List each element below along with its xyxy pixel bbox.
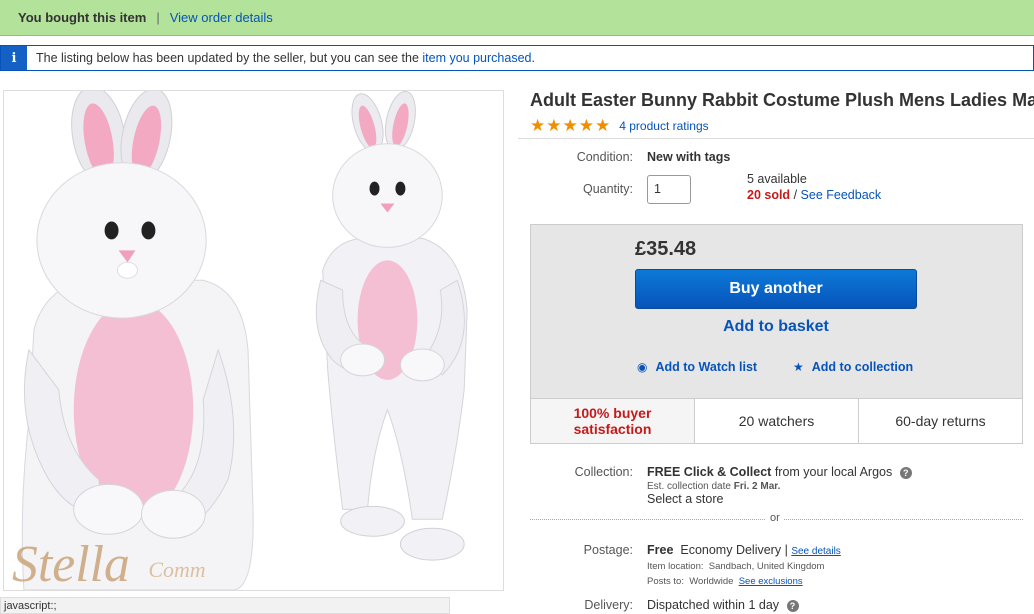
sold-row: 20 sold / See Feedback	[747, 188, 881, 202]
select-store-link[interactable]: Select a store	[647, 492, 723, 506]
see-feedback-link[interactable]: See Feedback	[801, 188, 882, 202]
star-icon: ★	[546, 116, 562, 135]
add-to-watch-list-link[interactable]: ◉ Add to Watch list	[637, 360, 757, 374]
collection-label: Add to collection	[811, 360, 914, 374]
watchers-count: 20 watchers	[695, 399, 859, 443]
eye-icon: ◉	[637, 360, 648, 374]
notice-message: The listing below has been updated by th…	[36, 51, 419, 65]
quantity-input[interactable]: 1	[647, 175, 691, 204]
notice-end: .	[531, 51, 535, 65]
add-to-collection-link[interactable]: ★ Add to collection	[793, 360, 913, 374]
star-icon: ★	[578, 116, 594, 135]
sold-count[interactable]: 20 sold	[747, 188, 790, 202]
est-label: Est. collection date	[647, 481, 731, 492]
postage-method: Economy Delivery	[680, 543, 782, 557]
postage-value: Free Economy Delivery | See details	[647, 543, 841, 557]
condition-label: Condition:	[576, 150, 633, 164]
est-collection-date: Est. collection date Fri. 2 Mar.	[647, 481, 780, 492]
watermark-comm: Comm	[148, 557, 205, 582]
see-details-link[interactable]: See details	[791, 546, 840, 557]
postage-label: Postage:	[583, 543, 633, 557]
item-purchased-link[interactable]: item you purchased	[422, 51, 531, 65]
posts-to-label: Posts to:	[647, 576, 684, 587]
delivery-label: Delivery:	[584, 598, 633, 612]
collection-value: FREE Click & Collect from your local Arg…	[647, 465, 912, 479]
view-order-details-link[interactable]: View order details	[170, 10, 273, 25]
posts-to-value: Worldwide	[689, 576, 734, 587]
postage-separator: |	[784, 543, 788, 557]
listing-updated-notice: i The listing below has been updated by …	[0, 45, 1034, 71]
posts-to: Posts to: Worldwide See exclusions	[647, 576, 803, 587]
product-ratings-link[interactable]: 4 product ratings	[619, 119, 708, 133]
listing-title: Adult Easter Bunny Rabbit Costume Plush …	[530, 90, 1034, 110]
star-rating[interactable]: ★ ★ ★ ★ ★	[530, 116, 611, 135]
delivery-text: Dispatched within 1 day	[647, 598, 780, 612]
stats-row: 100% buyer satisfaction 20 watchers 60-d…	[530, 398, 1023, 444]
banner-separator: |	[156, 10, 160, 25]
browser-status-bar: javascript:;	[0, 597, 450, 614]
est-date: Fri. 2 Mar.	[733, 481, 781, 492]
watch-list-label: Add to Watch list	[655, 360, 758, 374]
returns-policy: 60-day returns	[895, 413, 986, 429]
bought-text: You bought this item	[18, 10, 147, 25]
item-location-label: Item location:	[647, 561, 704, 572]
or-text: or	[766, 512, 784, 524]
product-image[interactable]: Stella Comm	[3, 90, 504, 591]
help-icon[interactable]: ?	[786, 599, 799, 612]
star-icon: ★	[530, 116, 546, 135]
postage-free: Free	[647, 543, 674, 557]
condition-value: New with tags	[647, 150, 731, 164]
add-to-basket-link[interactable]: Add to basket	[635, 318, 917, 336]
free-click-collect: FREE Click & Collect	[647, 465, 772, 479]
satisfaction-line-1: 100% buyer	[573, 405, 652, 421]
available-count: 5 available	[747, 172, 807, 186]
help-icon[interactable]: ?	[899, 466, 912, 479]
rating-row: ★ ★ ★ ★ ★ 4 product ratings	[530, 116, 709, 135]
sold-separator: /	[793, 188, 798, 202]
purchase-banner: You bought this item | View order detail…	[0, 0, 1034, 36]
bunny-costume-illustration: Stella Comm	[4, 91, 503, 590]
price: £35.48	[635, 238, 697, 260]
star-icon: ★	[562, 116, 578, 135]
satisfaction-line-2: satisfaction	[573, 421, 652, 437]
star-icon: ★	[793, 360, 804, 374]
buy-another-button[interactable]: Buy another	[635, 269, 917, 309]
item-location: Item location: Sandbach, United Kingdom	[647, 561, 824, 572]
quantity-label: Quantity:	[582, 182, 633, 196]
info-icon: i	[1, 46, 27, 70]
item-location-value: Sandbach, United Kingdom	[708, 561, 825, 572]
see-exclusions-link[interactable]: See exclusions	[739, 576, 803, 587]
collection-label: Collection:	[574, 465, 633, 479]
delivery-value: Dispatched within 1 day ?	[647, 598, 799, 612]
title-divider	[518, 138, 1034, 139]
watermark-stella: Stella	[12, 536, 130, 590]
star-icon: ★	[595, 116, 611, 135]
buyer-satisfaction: 100% buyer satisfaction	[531, 399, 695, 443]
collection-from: from your local Argos	[774, 465, 893, 479]
buy-box	[530, 224, 1023, 399]
